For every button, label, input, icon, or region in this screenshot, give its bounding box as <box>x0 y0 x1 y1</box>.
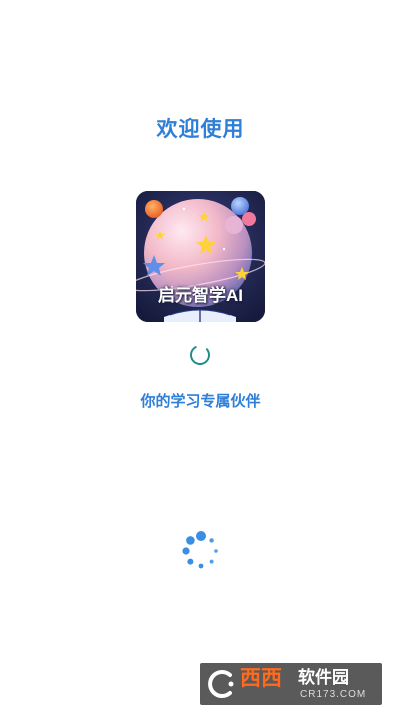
welcome-title: 欢迎使用 <box>156 117 245 141</box>
app-name-label: 启元智学AI <box>158 286 243 305</box>
watermark: 西西 软件园 CR173.COM <box>200 663 382 705</box>
watermark-domain: CR173.COM <box>300 689 367 700</box>
watermark-logo-icon <box>208 670 234 698</box>
loading-spinner-icon <box>190 345 210 365</box>
loading-dots-icon <box>182 531 218 569</box>
watermark-brand: 西西 <box>240 667 282 690</box>
watermark-label: 软件园 <box>298 668 349 687</box>
tagline: 你的学习专属伙伴 <box>140 392 261 410</box>
app-icon: 启元智学AI <box>136 191 265 322</box>
